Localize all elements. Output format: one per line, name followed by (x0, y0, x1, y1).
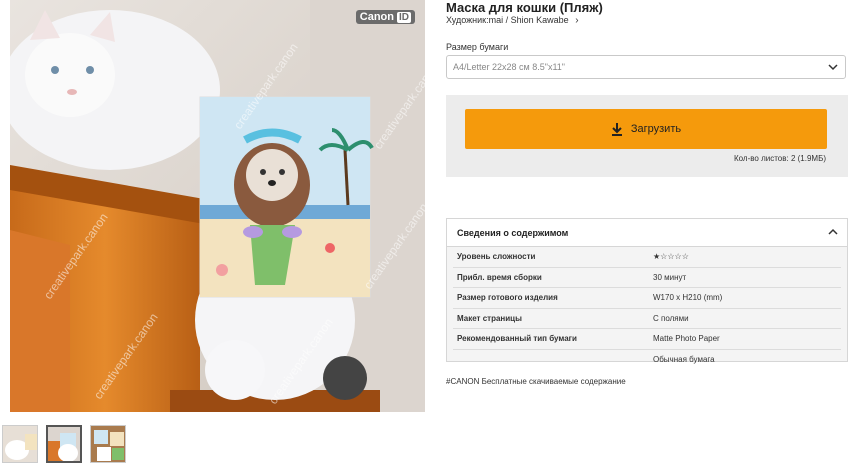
detail-key: Уровень сложности (457, 252, 536, 262)
thumbnail-image (3, 426, 37, 462)
detail-value: W170 x H210 (mm) (653, 293, 723, 303)
canon-id-label: ID (397, 11, 411, 23)
artist-label: Художник:mai / Shion Kawabe (446, 15, 569, 25)
chevron-right-icon: › (575, 15, 579, 26)
hashtag-text: #CANON Бесплатные скачиваемые содержание (446, 377, 626, 386)
detail-row: Уровень сложности ★☆☆☆☆ (453, 247, 841, 268)
detail-row: Прибл. время сборки 30 минут (453, 268, 841, 288)
thumbnail-strip (2, 425, 126, 463)
detail-value: Обычная бумага (653, 354, 715, 364)
product-gallery: creativepark.canon creativepark.canon cr… (10, 0, 425, 412)
detail-row: Размер готового изделия W170 x H210 (mm) (453, 288, 841, 309)
thumbnail-2[interactable] (46, 425, 82, 463)
detail-value: 30 минут (653, 272, 687, 282)
canon-logo-text: Canon (359, 11, 394, 23)
product-title: Маска для кошки (Пляж) (446, 0, 603, 15)
detail-key: Рекомендованный тип бумаги (457, 334, 577, 344)
download-section: Загрузить Кол-во листов: 2 (1.9MБ) (446, 95, 848, 177)
detail-row: Обычная бумага (453, 350, 841, 370)
sheets-info: Кол-во листов: 2 (1.9MБ) (734, 154, 826, 163)
paper-size-label: Размер бумаги (446, 42, 509, 52)
thumbnail-1[interactable] (2, 425, 38, 463)
artist-link[interactable]: Художник:mai / Shion Kawabe › (446, 15, 579, 26)
detail-key: Прибл. время сборки (457, 272, 542, 282)
detail-key: Макет страницы (457, 313, 522, 323)
content-details-heading: Сведения о содержимом (457, 227, 569, 238)
detail-key: Размер готового изделия (457, 293, 558, 303)
thumbnail-image (91, 426, 125, 462)
detail-value: С полями (653, 313, 689, 323)
download-icon (611, 122, 622, 136)
download-button-label: Загрузить (630, 123, 682, 135)
detail-row: Макет страницы С полями (453, 309, 841, 329)
content-details: Сведения о содержимом Уровень сложности … (446, 218, 848, 364)
product-photo: creativepark.canon creativepark.canon cr… (10, 0, 425, 412)
difficulty-stars: ★☆☆☆☆ (653, 252, 689, 262)
canon-id-badge: Canon ID (355, 10, 415, 24)
thumbnail-3[interactable] (90, 425, 126, 463)
paper-size-value: A4/Letter 22x28 см 8.5"x11" (453, 62, 565, 72)
chevron-down-icon (828, 64, 838, 71)
paper-size-select[interactable]: A4/Letter 22x28 см 8.5"x11" (446, 55, 846, 79)
detail-row: Рекомендованный тип бумаги Matte Photo P… (453, 329, 841, 350)
detail-value: Matte Photo Paper (653, 334, 720, 344)
chevron-up-icon (828, 228, 838, 235)
download-button[interactable]: Загрузить (465, 109, 827, 149)
thumbnail-image (48, 427, 80, 461)
content-details-header[interactable]: Сведения о содержимом (447, 219, 847, 247)
